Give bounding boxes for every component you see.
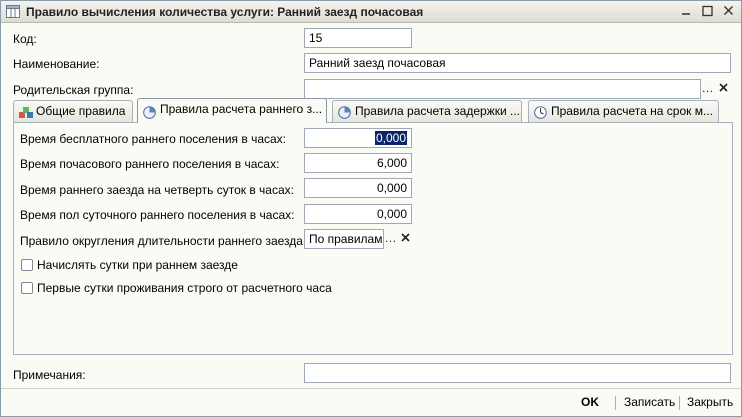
table-icon xyxy=(6,5,20,18)
hourly-early-label: Время почасового раннего поселения в час… xyxy=(20,157,280,171)
tab-label: Правила расчета задержки ... xyxy=(355,104,521,118)
tab-strip: Общие правила Правила расчета раннего з.… xyxy=(13,98,733,123)
rounding-rule-clear-button[interactable] xyxy=(398,230,413,248)
rounding-rule-label: Правило округления длительности раннего … xyxy=(20,234,307,248)
half-early-label: Время пол суточного раннего поселения в … xyxy=(20,208,295,222)
maximize-button[interactable] xyxy=(698,4,716,20)
rounding-rule-field[interactable]: По правилам с xyxy=(304,229,384,249)
selected-text: 0,000 xyxy=(374,131,407,145)
free-early-field[interactable]: 0,000 xyxy=(304,128,412,148)
tab-label: Правила расчета на срок м... xyxy=(551,104,713,118)
parent-group-field[interactable] xyxy=(304,79,701,99)
tab-early-checkin-rules[interactable]: Правила расчета раннего з... xyxy=(137,98,327,123)
quarter-early-label: Время раннего заезда на четверть суток в… xyxy=(20,183,294,197)
divider xyxy=(679,396,680,410)
tab-label: Общие правила xyxy=(36,104,126,118)
ok-button[interactable]: OK xyxy=(581,395,599,409)
hourly-early-field[interactable]: 6,000 xyxy=(304,153,412,173)
parent-group-clear-button[interactable] xyxy=(716,80,731,98)
footer-bar: OK Записать Закрыть xyxy=(1,388,741,416)
name-field[interactable]: Ранний заезд почасовая xyxy=(304,53,731,73)
divider xyxy=(615,396,616,410)
minimize-button[interactable] xyxy=(677,4,695,20)
tab-label: Правила расчета раннего з... xyxy=(160,102,323,116)
close-button[interactable]: Закрыть xyxy=(687,395,733,409)
free-early-label: Время бесплатного раннего поселения в ча… xyxy=(20,132,286,146)
charge-day-checkbox[interactable] xyxy=(21,259,33,271)
tab-general-rules[interactable]: Общие правила xyxy=(13,100,133,122)
code-field[interactable]: 15 xyxy=(304,28,412,48)
window-title: Правило вычисления количества услуги: Ра… xyxy=(26,5,424,19)
tab-late-checkout-rules[interactable]: Правила расчета задержки ... xyxy=(332,100,522,122)
first-day-checkbox[interactable] xyxy=(21,282,33,294)
save-button[interactable]: Записать xyxy=(624,395,675,409)
quarter-early-field[interactable]: 0,000 xyxy=(304,178,412,198)
name-label: Наименование: xyxy=(13,57,100,71)
first-day-label: Первые сутки проживания строго от расчет… xyxy=(37,281,332,295)
clock-icon xyxy=(143,105,156,123)
parent-group-select-button[interactable]: … xyxy=(700,80,715,98)
form-window: Правило вычисления количества услуги: Ра… xyxy=(0,0,742,417)
general-rules-icon xyxy=(19,105,33,122)
code-label: Код: xyxy=(13,32,37,46)
clock-icon xyxy=(534,105,547,122)
notes-field[interactable] xyxy=(304,363,731,383)
charge-day-label: Начислять сутки при раннем заезде xyxy=(37,258,238,272)
rounding-rule-select-button[interactable]: … xyxy=(383,230,398,248)
tab-period-rules[interactable]: Правила расчета на срок м... xyxy=(528,100,719,122)
half-early-field[interactable]: 0,000 xyxy=(304,204,412,224)
notes-label: Примечания: xyxy=(13,368,86,382)
parent-group-label: Родительская группа: xyxy=(13,83,134,97)
clock-icon xyxy=(338,105,351,122)
close-window-button[interactable] xyxy=(719,4,737,20)
title-bar[interactable]: Правило вычисления количества услуги: Ра… xyxy=(1,1,741,23)
